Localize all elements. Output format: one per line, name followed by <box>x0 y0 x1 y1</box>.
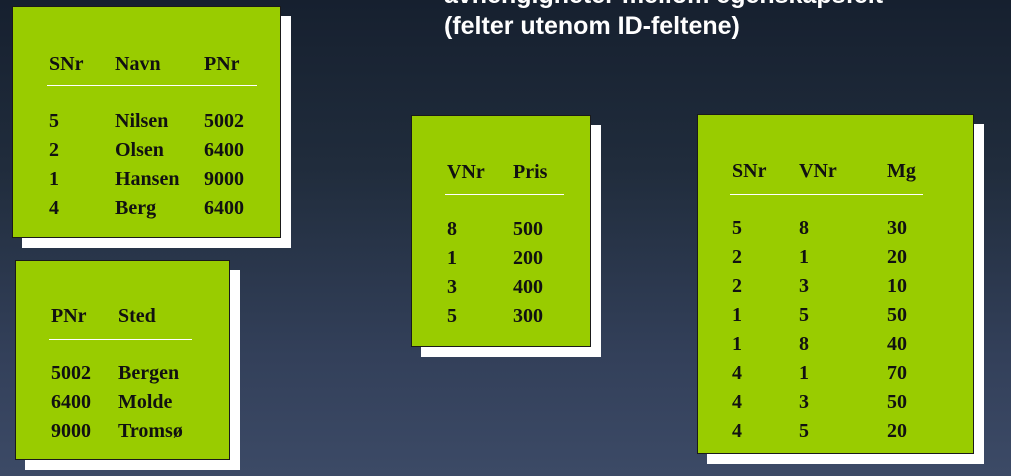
table-cell: Berg <box>115 197 157 219</box>
table-cell: 40 <box>887 333 907 355</box>
table-cell: 1 <box>732 304 742 326</box>
table-cell: 3 <box>447 276 457 298</box>
column-header-pris: Pris <box>513 161 548 183</box>
header-divider <box>730 194 923 195</box>
table-cell: 4 <box>732 420 742 442</box>
table-cell: 4 <box>732 362 742 384</box>
table-cell: 1 <box>799 246 809 268</box>
column-header-pnr: PNr <box>204 53 240 75</box>
table-cell: 6400 <box>51 391 91 413</box>
table-person: SNr Navn PNr 5 Nilsen 5002 2 Olsen 6400 … <box>12 6 281 238</box>
table-cell: Nilsen <box>115 110 169 132</box>
table-cell: 10 <box>887 275 907 297</box>
table-cell: 8 <box>799 217 809 239</box>
table-cell: 400 <box>513 276 543 298</box>
table-cell: 1 <box>732 333 742 355</box>
slide-title-line-1: avhengigheter mellom egenskapsfelt <box>444 0 883 11</box>
table-cell: 2 <box>49 139 59 161</box>
table-vare: VNr Pris 8 500 1 200 3 400 5 300 <box>411 115 591 347</box>
column-header-vnr: VNr <box>799 160 837 182</box>
header-divider <box>47 85 257 86</box>
table-cell: 9000 <box>51 420 91 442</box>
table-cell: 30 <box>887 217 907 239</box>
table-cell: 5 <box>447 305 457 327</box>
table-cell: 5 <box>49 110 59 132</box>
column-header-sted: Sted <box>118 305 156 327</box>
table-cell: 500 <box>513 218 543 240</box>
table-cell: Bergen <box>118 362 180 384</box>
table-cell: Olsen <box>115 139 164 161</box>
header-divider <box>445 194 564 195</box>
table-cell: 6400 <box>204 197 244 219</box>
column-header-navn: Navn <box>115 53 161 75</box>
table-cell: 2 <box>732 275 742 297</box>
table-cell: Molde <box>118 391 173 413</box>
table-cell: 8 <box>447 218 457 240</box>
table-cell: 50 <box>887 304 907 326</box>
table-cell: Tromsø <box>118 420 183 442</box>
column-header-snr: SNr <box>49 53 84 75</box>
header-divider <box>49 339 192 340</box>
table-poststed: PNr Sted 5002 Bergen 6400 Molde 9000 Tro… <box>15 260 230 460</box>
table-cell: 300 <box>513 305 543 327</box>
column-header-pnr: PNr <box>51 305 87 327</box>
table-cell: 1 <box>799 362 809 384</box>
table-cell: 20 <box>887 420 907 442</box>
table-cell: 20 <box>887 246 907 268</box>
table-cell: 8 <box>799 333 809 355</box>
table-cell: 5002 <box>51 362 91 384</box>
table-cell: 4 <box>49 197 59 219</box>
column-header-mg: Mg <box>887 160 916 182</box>
slide-title: avhengigheter mellom egenskapsfelt (felt… <box>444 0 883 42</box>
table-cell: 5002 <box>204 110 244 132</box>
table-salg: SNr VNr Mg 5 8 30 2 1 20 2 3 10 1 5 50 1… <box>697 114 974 454</box>
table-cell: 5 <box>799 304 809 326</box>
table-cell: 50 <box>887 391 907 413</box>
table-cell: 3 <box>799 391 809 413</box>
table-cell: Hansen <box>115 168 180 190</box>
table-cell: 5 <box>732 217 742 239</box>
slide-title-line-2: (felter utenom ID-feltene) <box>444 12 740 40</box>
column-header-vnr: VNr <box>447 161 485 183</box>
table-cell: 70 <box>887 362 907 384</box>
table-cell: 9000 <box>204 168 244 190</box>
table-cell: 5 <box>799 420 809 442</box>
table-cell: 3 <box>799 275 809 297</box>
column-header-snr: SNr <box>732 160 767 182</box>
table-cell: 1 <box>49 168 59 190</box>
table-cell: 200 <box>513 247 543 269</box>
table-cell: 2 <box>732 246 742 268</box>
table-cell: 6400 <box>204 139 244 161</box>
table-cell: 1 <box>447 247 457 269</box>
table-cell: 4 <box>732 391 742 413</box>
